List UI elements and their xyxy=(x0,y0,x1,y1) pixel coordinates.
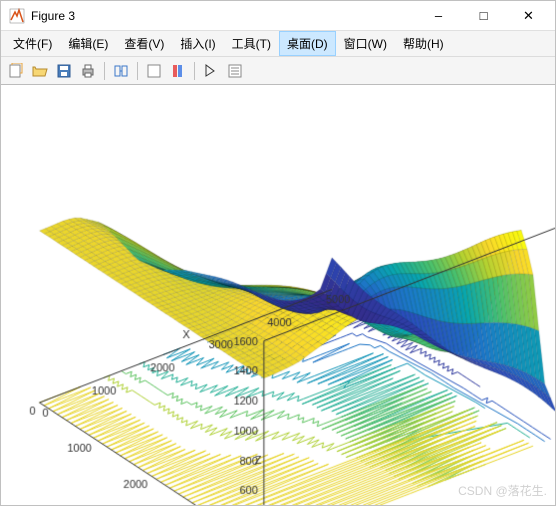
close-button[interactable]: ✕ xyxy=(506,2,551,30)
toolbar-separator xyxy=(104,62,105,80)
menu-tools[interactable]: 工具(T) xyxy=(224,31,279,56)
window-title: Figure 3 xyxy=(31,9,416,23)
menubar: 文件(F) 编辑(E) 查看(V) 插入(I) 工具(T) 桌面(D) 窗口(W… xyxy=(1,31,555,57)
data-cursor-button[interactable] xyxy=(143,60,165,82)
save-button[interactable] xyxy=(53,60,75,82)
edit-plot-button[interactable] xyxy=(200,60,222,82)
axes-3d[interactable]: CSDN @落花生. xyxy=(1,85,555,505)
toolbar xyxy=(1,57,555,85)
toolbar-separator xyxy=(194,62,195,80)
matlab-icon xyxy=(9,8,25,24)
print-button[interactable] xyxy=(77,60,99,82)
window-controls: – □ ✕ xyxy=(416,2,551,30)
toolbar-separator xyxy=(137,62,138,80)
menu-file[interactable]: 文件(F) xyxy=(5,31,60,56)
maximize-button[interactable]: □ xyxy=(461,2,506,30)
minimize-button[interactable]: – xyxy=(416,2,461,30)
titlebar: Figure 3 – □ ✕ xyxy=(1,1,555,31)
menu-desktop[interactable]: 桌面(D) xyxy=(279,31,336,56)
link-plot-button[interactable] xyxy=(110,60,132,82)
menu-window[interactable]: 窗口(W) xyxy=(336,31,395,56)
menu-insert[interactable]: 插入(I) xyxy=(172,31,223,56)
menu-help[interactable]: 帮助(H) xyxy=(395,31,452,56)
figure-window: Figure 3 – □ ✕ 文件(F) 编辑(E) 查看(V) 插入(I) 工… xyxy=(0,0,556,506)
menu-view[interactable]: 查看(V) xyxy=(116,31,172,56)
new-figure-button[interactable] xyxy=(5,60,27,82)
insert-legend-button[interactable] xyxy=(224,60,246,82)
menu-edit[interactable]: 编辑(E) xyxy=(60,31,116,56)
insert-colorbar-button[interactable] xyxy=(167,60,189,82)
open-button[interactable] xyxy=(29,60,51,82)
